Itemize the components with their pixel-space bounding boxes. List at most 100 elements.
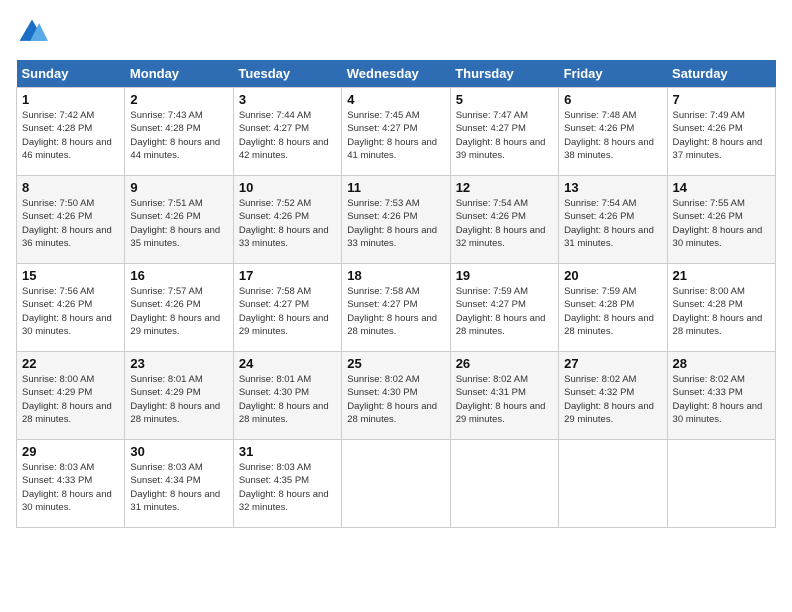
calendar-cell: 27 Sunrise: 8:02 AMSunset: 4:32 PMDayligh… [559, 352, 667, 440]
calendar-cell [667, 440, 775, 528]
calendar-cell: 3Sunrise: 7:44 AMSunset: 4:27 PMDaylight… [233, 88, 341, 176]
calendar-cell: 16 Sunrise: 7:57 AMSunset: 4:26 PMDayligh… [125, 264, 233, 352]
day-info: Sunrise: 8:00 AMSunset: 4:28 PMDaylight:… [673, 285, 770, 338]
col-thursday: Thursday [450, 60, 558, 88]
day-info: Sunrise: 8:02 AMSunset: 4:32 PMDaylight:… [564, 373, 661, 426]
day-number: 29 [22, 444, 119, 459]
day-info: Sunrise: 7:54 AMSunset: 4:26 PMDaylight:… [564, 197, 661, 250]
day-number: 1 [22, 92, 119, 107]
day-info: Sunrise: 7:53 AMSunset: 4:26 PMDaylight:… [347, 197, 444, 250]
day-number: 4 [347, 92, 444, 107]
calendar-cell: 21 Sunrise: 8:00 AMSunset: 4:28 PMDayligh… [667, 264, 775, 352]
day-info: Sunrise: 8:00 AMSunset: 4:29 PMDaylight:… [22, 373, 119, 426]
calendar-cell: 15Sunrise: 7:56 AMSunset: 4:26 PMDayligh… [17, 264, 125, 352]
calendar-cell: 19Sunrise: 7:59 AMSunset: 4:27 PMDayligh… [450, 264, 558, 352]
calendar-cell: 13 Sunrise: 7:54 AMSunset: 4:26 PMDayligh… [559, 176, 667, 264]
day-number: 3 [239, 92, 336, 107]
day-info: Sunrise: 8:01 AMSunset: 4:30 PMDaylight:… [239, 373, 336, 426]
day-number: 26 [456, 356, 553, 371]
calendar-cell: 1 Sunrise: 7:42 AMSunset: 4:28 PMDaylight… [17, 88, 125, 176]
calendar-week-5: 29 Sunrise: 8:03 AMSunset: 4:33 PMDayligh… [17, 440, 776, 528]
day-number: 16 [130, 268, 227, 283]
day-info: Sunrise: 7:48 AMSunset: 4:26 PMDaylight:… [564, 109, 661, 162]
day-number: 10 [239, 180, 336, 195]
calendar-cell: 24 Sunrise: 8:01 AMSunset: 4:30 PMDayligh… [233, 352, 341, 440]
day-info: Sunrise: 7:45 AMSunset: 4:27 PMDaylight:… [347, 109, 444, 162]
page-header [16, 16, 776, 48]
calendar-cell: 5 Sunrise: 7:47 AMSunset: 4:27 PMDaylight… [450, 88, 558, 176]
calendar-cell: 18 Sunrise: 7:58 AMSunset: 4:27 PMDayligh… [342, 264, 450, 352]
day-number: 21 [673, 268, 770, 283]
col-tuesday: Tuesday [233, 60, 341, 88]
day-info: Sunrise: 7:49 AMSunset: 4:26 PMDaylight:… [673, 109, 770, 162]
calendar-cell: 29 Sunrise: 8:03 AMSunset: 4:33 PMDayligh… [17, 440, 125, 528]
calendar-week-1: 1 Sunrise: 7:42 AMSunset: 4:28 PMDaylight… [17, 88, 776, 176]
day-number: 11 [347, 180, 444, 195]
logo [16, 16, 52, 48]
calendar-cell: 10 Sunrise: 7:52 AMSunset: 4:26 PMDayligh… [233, 176, 341, 264]
calendar-cell: 11 Sunrise: 7:53 AMSunset: 4:26 PMDayligh… [342, 176, 450, 264]
calendar-cell [559, 440, 667, 528]
day-info: Sunrise: 7:51 AMSunset: 4:26 PMDaylight:… [130, 197, 227, 250]
day-info: Sunrise: 8:03 AMSunset: 4:35 PMDaylight:… [239, 461, 336, 514]
calendar-cell: 9 Sunrise: 7:51 AMSunset: 4:26 PMDaylight… [125, 176, 233, 264]
day-number: 12 [456, 180, 553, 195]
day-number: 31 [239, 444, 336, 459]
day-number: 22 [22, 356, 119, 371]
day-number: 7 [673, 92, 770, 107]
day-number: 2 [130, 92, 227, 107]
day-number: 9 [130, 180, 227, 195]
calendar-cell: 23Sunrise: 8:01 AMSunset: 4:29 PMDayligh… [125, 352, 233, 440]
day-number: 6 [564, 92, 661, 107]
calendar-cell: 26 Sunrise: 8:02 AMSunset: 4:31 PMDayligh… [450, 352, 558, 440]
day-number: 5 [456, 92, 553, 107]
col-sunday: Sunday [17, 60, 125, 88]
day-number: 30 [130, 444, 227, 459]
day-number: 20 [564, 268, 661, 283]
calendar-week-4: 22 Sunrise: 8:00 AMSunset: 4:29 PMDayligh… [17, 352, 776, 440]
day-info: Sunrise: 7:58 AMSunset: 4:27 PMDaylight:… [239, 285, 336, 338]
day-info: Sunrise: 8:01 AMSunset: 4:29 PMDaylight:… [130, 373, 227, 426]
calendar-cell: 30 Sunrise: 8:03 AMSunset: 4:34 PMDayligh… [125, 440, 233, 528]
day-number: 14 [673, 180, 770, 195]
day-info: Sunrise: 7:47 AMSunset: 4:27 PMDaylight:… [456, 109, 553, 162]
calendar-cell [450, 440, 558, 528]
calendar-cell: 4 Sunrise: 7:45 AMSunset: 4:27 PMDaylight… [342, 88, 450, 176]
calendar-cell: 17 Sunrise: 7:58 AMSunset: 4:27 PMDayligh… [233, 264, 341, 352]
calendar-cell: 7 Sunrise: 7:49 AMSunset: 4:26 PMDaylight… [667, 88, 775, 176]
day-info: Sunrise: 8:02 AMSunset: 4:33 PMDaylight:… [673, 373, 770, 426]
col-saturday: Saturday [667, 60, 775, 88]
calendar-cell: 2 Sunrise: 7:43 AMSunset: 4:28 PMDaylight… [125, 88, 233, 176]
day-info: Sunrise: 7:42 AMSunset: 4:28 PMDaylight:… [22, 109, 119, 162]
day-info: Sunrise: 7:43 AMSunset: 4:28 PMDaylight:… [130, 109, 227, 162]
day-info: Sunrise: 7:54 AMSunset: 4:26 PMDaylight:… [456, 197, 553, 250]
calendar-week-2: 8Sunrise: 7:50 AMSunset: 4:26 PMDaylight… [17, 176, 776, 264]
col-wednesday: Wednesday [342, 60, 450, 88]
day-info: Sunrise: 7:52 AMSunset: 4:26 PMDaylight:… [239, 197, 336, 250]
calendar-cell: 28 Sunrise: 8:02 AMSunset: 4:33 PMDayligh… [667, 352, 775, 440]
day-number: 27 [564, 356, 661, 371]
day-number: 13 [564, 180, 661, 195]
day-info: Sunrise: 8:03 AMSunset: 4:34 PMDaylight:… [130, 461, 227, 514]
day-info: Sunrise: 7:58 AMSunset: 4:27 PMDaylight:… [347, 285, 444, 338]
calendar-cell: 20Sunrise: 7:59 AMSunset: 4:28 PMDayligh… [559, 264, 667, 352]
calendar-cell: 14Sunrise: 7:55 AMSunset: 4:26 PMDayligh… [667, 176, 775, 264]
day-number: 24 [239, 356, 336, 371]
calendar-cell: 12 Sunrise: 7:54 AMSunset: 4:26 PMDayligh… [450, 176, 558, 264]
calendar-cell: 31 Sunrise: 8:03 AMSunset: 4:35 PMDayligh… [233, 440, 341, 528]
day-number: 17 [239, 268, 336, 283]
day-info: Sunrise: 8:02 AMSunset: 4:30 PMDaylight:… [347, 373, 444, 426]
day-number: 18 [347, 268, 444, 283]
calendar-cell: 22 Sunrise: 8:00 AMSunset: 4:29 PMDayligh… [17, 352, 125, 440]
day-number: 15 [22, 268, 119, 283]
day-info: Sunrise: 8:02 AMSunset: 4:31 PMDaylight:… [456, 373, 553, 426]
calendar-cell: 8Sunrise: 7:50 AMSunset: 4:26 PMDaylight… [17, 176, 125, 264]
day-number: 8 [22, 180, 119, 195]
day-number: 28 [673, 356, 770, 371]
day-info: Sunrise: 7:57 AMSunset: 4:26 PMDaylight:… [130, 285, 227, 338]
day-info: Sunrise: 8:03 AMSunset: 4:33 PMDaylight:… [22, 461, 119, 514]
calendar-cell: 6 Sunrise: 7:48 AMSunset: 4:26 PMDaylight… [559, 88, 667, 176]
col-monday: Monday [125, 60, 233, 88]
day-number: 25 [347, 356, 444, 371]
calendar-cell [342, 440, 450, 528]
